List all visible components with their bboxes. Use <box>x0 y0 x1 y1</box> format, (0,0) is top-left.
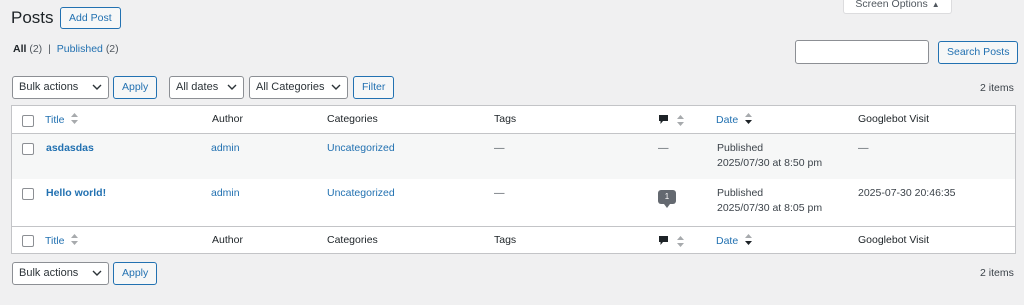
googlebot-value: — <box>858 142 869 154</box>
comment-count-bubble[interactable]: 1 <box>658 190 676 208</box>
dates-filter-value: All dates <box>176 81 219 93</box>
bulk-actions-select-bottom[interactable]: Bulk actions <box>12 262 109 285</box>
bulk-actions-value: Bulk actions <box>19 267 79 279</box>
post-date: 2025/07/30 at 8:50 pm <box>717 157 823 169</box>
column-googlebot-header: Googlebot Visit <box>858 113 930 125</box>
column-title-header[interactable]: Title <box>45 234 79 248</box>
posts-table: Title Author Categories Tags Date Google… <box>11 105 1016 254</box>
apply-button-bottom[interactable]: Apply <box>113 262 158 285</box>
bulk-actions-value: Bulk actions <box>19 81 79 93</box>
column-date-label: Date <box>716 113 739 126</box>
tags-value: — <box>494 142 505 154</box>
post-title-link[interactable]: asdasdas <box>46 142 94 154</box>
sort-desc-icon <box>745 113 753 127</box>
post-status-views: All (2) | Published (2) <box>13 43 119 55</box>
categories-filter-select[interactable]: All Categories <box>249 76 348 99</box>
view-all-link[interactable]: All (2) <box>13 43 42 55</box>
post-title-link[interactable]: Hello world! <box>46 187 106 199</box>
search-posts-button[interactable]: Search Posts <box>938 41 1019 64</box>
category-link[interactable]: Uncategorized <box>327 187 395 199</box>
column-categories-header: Categories <box>327 113 378 125</box>
table-footer-row: Title Author Categories Tags Date Google… <box>12 226 1015 254</box>
column-author-header: Author <box>212 113 243 125</box>
tags-value: — <box>494 187 505 199</box>
view-all-label: All <box>13 43 27 55</box>
dates-filter-select[interactable]: All dates <box>169 76 244 99</box>
view-published-label: Published <box>56 43 103 55</box>
date-cell: Published 2025/07/30 at 8:05 pm <box>717 186 822 216</box>
row-checkbox[interactable] <box>22 188 34 200</box>
author-link[interactable]: admin <box>211 187 240 199</box>
select-all-checkbox[interactable] <box>22 115 34 127</box>
googlebot-value: 2025-07-30 20:46:35 <box>858 187 956 199</box>
caret-up-icon: ▲ <box>931 0 940 9</box>
select-all-checkbox[interactable] <box>22 235 34 247</box>
chevron-down-icon <box>331 77 341 91</box>
column-date-header[interactable]: Date <box>716 234 753 248</box>
sort-icon <box>676 236 684 250</box>
filter-button[interactable]: Filter <box>353 76 395 99</box>
table-row: Hello world! admin Uncategorized — 1 Pub… <box>12 179 1015 224</box>
apply-button-top[interactable]: Apply <box>113 76 158 99</box>
sort-icon <box>71 113 79 127</box>
column-tags-header: Tags <box>494 113 517 125</box>
chevron-down-icon <box>227 77 237 91</box>
comment-icon <box>658 236 669 249</box>
view-published-count: (2) <box>105 43 119 55</box>
chevron-down-icon <box>92 77 102 91</box>
date-cell: Published 2025/07/30 at 8:50 pm <box>717 141 822 171</box>
items-count-top: 2 items <box>980 82 1014 94</box>
column-googlebot-header: Googlebot Visit <box>858 234 930 246</box>
view-published-link[interactable]: Published (2) <box>57 43 119 55</box>
screen-options-button[interactable]: Screen Options ▲ <box>843 0 952 14</box>
post-date: 2025/07/30 at 8:05 pm <box>717 202 823 214</box>
category-link[interactable]: Uncategorized <box>327 142 395 154</box>
column-title-label: Title <box>45 234 65 247</box>
row-checkbox[interactable] <box>22 143 34 155</box>
add-post-button[interactable]: Add Post <box>60 7 121 29</box>
comment-icon <box>658 115 669 128</box>
sort-icon <box>71 234 79 248</box>
bulk-actions-select-top[interactable]: Bulk actions <box>12 76 109 99</box>
comments-value: — <box>658 142 669 154</box>
table-header-row: Title Author Categories Tags Date Google… <box>12 106 1015 134</box>
sort-icon <box>676 115 684 129</box>
column-categories-header: Categories <box>327 234 378 246</box>
search-input[interactable] <box>795 40 929 64</box>
column-date-header[interactable]: Date <box>716 113 753 127</box>
column-comments-header[interactable] <box>658 235 684 250</box>
author-link[interactable]: admin <box>211 142 240 154</box>
column-title-label: Title <box>45 113 65 126</box>
column-title-header[interactable]: Title <box>45 113 79 127</box>
column-comments-header[interactable] <box>658 114 684 129</box>
post-status: Published <box>717 142 764 154</box>
table-row: asdasdas admin Uncategorized — — Publish… <box>12 134 1015 179</box>
post-status: Published <box>717 187 764 199</box>
chevron-down-icon <box>92 263 102 277</box>
views-separator: | <box>48 43 51 55</box>
items-count-bottom: 2 items <box>980 267 1014 279</box>
column-author-header: Author <box>212 234 243 246</box>
column-tags-header: Tags <box>494 234 517 246</box>
view-all-count: (2) <box>29 43 43 55</box>
categories-filter-value: All Categories <box>256 81 325 93</box>
screen-options-label: Screen Options <box>855 0 928 10</box>
sort-desc-icon <box>745 234 753 248</box>
page-title: Posts <box>11 8 54 27</box>
column-date-label: Date <box>716 234 739 247</box>
